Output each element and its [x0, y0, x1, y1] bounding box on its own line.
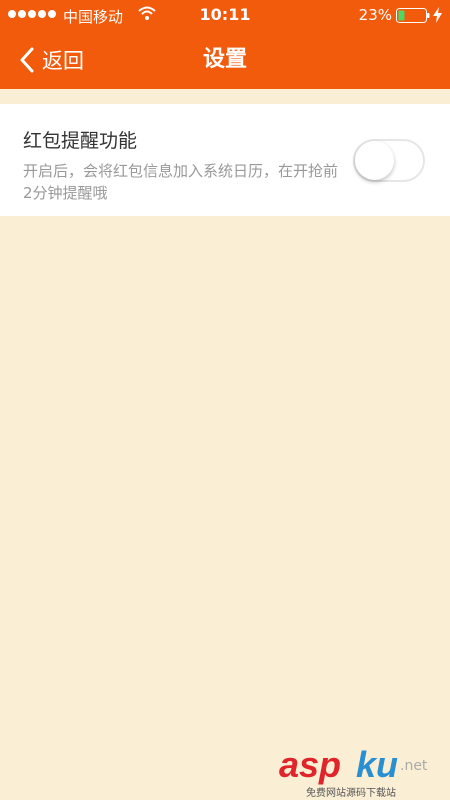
status-bar: 中国移动 10:11 23% [0, 0, 450, 30]
watermark-brand-b: ku [356, 744, 399, 785]
toggle-knob [355, 141, 394, 180]
watermark-suffix: .net [400, 758, 428, 774]
setting-title: 红包提醒功能 [23, 130, 138, 152]
watermark-logo: asp ku .net 免费网站源码下载站 [274, 744, 444, 799]
page-title: 设置 [202, 47, 247, 72]
watermark-brand-a: asp [279, 744, 342, 785]
battery-percent: 23% [358, 6, 392, 24]
reminder-toggle[interactable] [353, 139, 425, 182]
navigation-bar: 返回 设置 [0, 30, 450, 89]
watermark-subtitle: 免费网站源码下载站 [306, 788, 396, 799]
charging-icon [433, 7, 442, 23]
setting-description: 开启后，会将红包信息加入系统日历，在开抢前2分钟提醒哦 [23, 162, 339, 202]
battery-icon [396, 8, 430, 23]
